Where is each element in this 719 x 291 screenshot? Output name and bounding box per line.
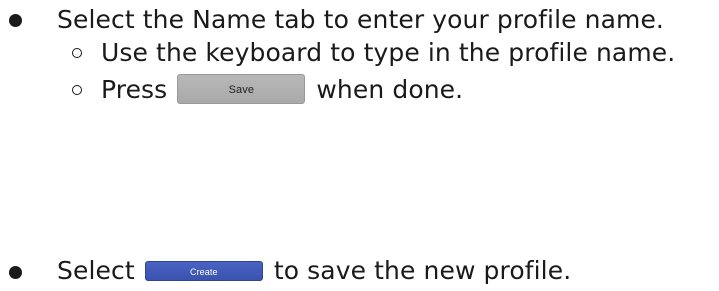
list-item-select-name-tab: Select the Name tab to enter your profil… (57, 5, 664, 35)
list-item-text-before: Select (57, 256, 135, 285)
sub-item-text-after: when done. (316, 75, 464, 104)
sub-item-use-keyboard: Use the keyboard to type in the profile … (101, 38, 675, 68)
sub-item-text: Use the keyboard to type in the profile … (101, 38, 676, 67)
sub-item-text-before: Press (101, 75, 168, 104)
save-button[interactable]: Save (177, 74, 306, 104)
bullet-disc-icon (9, 14, 22, 27)
bullet-circle-icon (72, 48, 82, 58)
sub-item-press-save: Press Save when done. (101, 74, 464, 106)
create-button[interactable]: Create (144, 261, 263, 281)
list-item-select-create: Select Create to save the new profile. (57, 256, 571, 286)
list-item-text-after: to save the new profile. (273, 256, 572, 285)
list-item-text: Select the Name tab to enter your profil… (57, 5, 664, 34)
bullet-disc-icon (9, 266, 22, 279)
bullet-circle-icon (72, 85, 82, 95)
